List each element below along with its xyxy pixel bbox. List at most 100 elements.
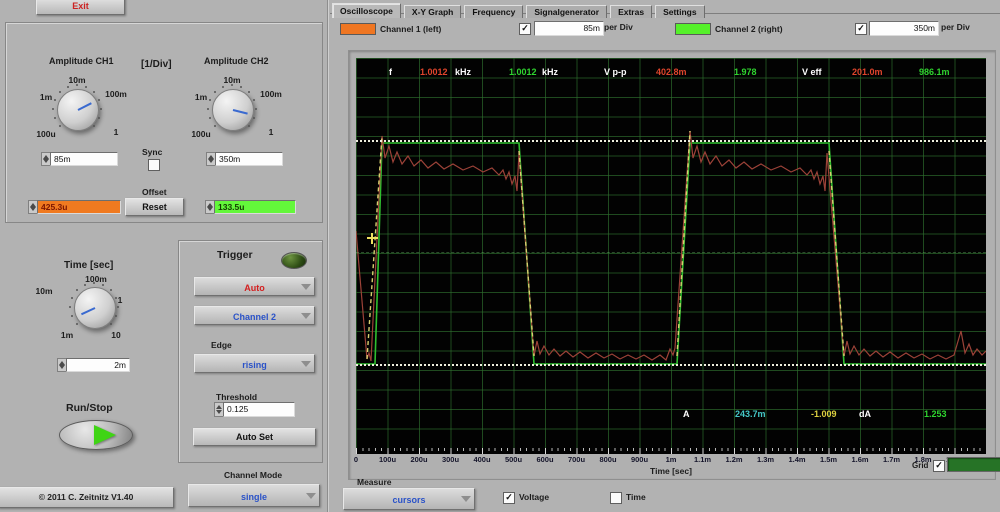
- dropdown-arrow-icon: [301, 313, 311, 319]
- voltage-label: Voltage: [519, 492, 549, 502]
- x-tick-label: 1.3m: [757, 455, 774, 464]
- knob-tick: [76, 289, 78, 291]
- time-value-field[interactable]: 2m: [66, 358, 130, 372]
- measure-label: Measure: [357, 477, 392, 487]
- measurement-value: V p-p: [604, 67, 627, 77]
- copyright-bar: © 2011 C. Zeitnitz V1.40: [0, 487, 174, 508]
- measurement-value: 986.1m: [919, 67, 950, 77]
- run-stop-button[interactable]: [59, 420, 133, 450]
- knob-tick: [98, 117, 100, 119]
- channel2-color-swatch: [675, 23, 711, 35]
- channel-mode-label: Channel Mode: [224, 470, 282, 480]
- x-tick-label: 700u: [568, 455, 585, 464]
- play-icon: [94, 425, 116, 445]
- offset-label: Offset: [142, 187, 167, 197]
- auto-set-button[interactable]: Auto Set: [193, 428, 316, 446]
- x-tick-label: 200u: [410, 455, 427, 464]
- per-div-unit-label: [1/Div]: [141, 59, 172, 70]
- knob-scale-label: 100m: [260, 89, 282, 99]
- trigger-source-value: Channel 2: [233, 312, 276, 322]
- scope-display[interactable]: f1.0012kHz1.0012kHzV p-p402.8m1.978V eff…: [356, 58, 986, 454]
- threshold-field[interactable]: 0.125: [223, 402, 295, 417]
- tab-settings[interactable]: Settings: [655, 5, 705, 18]
- panel-divider-highlight: [328, 0, 329, 512]
- knob-tick: [214, 125, 216, 127]
- knob-tick: [214, 91, 216, 93]
- exit-button[interactable]: Exit: [36, 0, 125, 15]
- channel1-trace: [356, 131, 986, 361]
- trigger-title: Trigger: [217, 249, 253, 261]
- grid-checkbox[interactable]: ✓: [933, 460, 945, 472]
- amplitude-ch2-value-field[interactable]: 350m: [215, 152, 283, 166]
- channel2-trace: [356, 143, 986, 364]
- knob-tick: [84, 284, 86, 286]
- knob-tick: [115, 315, 117, 317]
- measurement-value: dA: [859, 409, 871, 419]
- voltage-cursor-line[interactable]: [356, 364, 986, 366]
- amplitude-ch1-value-field[interactable]: 85m: [50, 152, 118, 166]
- grid-label: Grid: [912, 461, 928, 470]
- voltage-cursor-line[interactable]: [356, 140, 986, 142]
- knob-tick: [253, 117, 255, 119]
- measurement-value: A: [683, 409, 690, 419]
- channel-mode-dropdown[interactable]: single: [188, 484, 320, 507]
- x-axis-title: Time [sec]: [650, 466, 692, 476]
- knob-tick: [93, 91, 95, 93]
- x-tick-label: 300u: [442, 455, 459, 464]
- knob-scale-label: 1m: [61, 330, 73, 340]
- voltage-cursor-line[interactable]: [356, 252, 986, 253]
- sync-label: Sync: [142, 147, 162, 157]
- x-tick-label: 1m: [666, 455, 677, 464]
- knob-tick: [52, 108, 54, 110]
- measure-mode-dropdown[interactable]: cursors: [343, 488, 475, 510]
- knob-scale-label: 100u: [191, 129, 210, 139]
- x-tick-label: 1.7m: [883, 455, 900, 464]
- tab-signalgenerator[interactable]: Signalgenerator: [526, 5, 607, 18]
- tab-x-y-graph[interactable]: X-Y Graph: [404, 5, 461, 18]
- trigger-edge-dropdown[interactable]: rising: [194, 354, 315, 373]
- knob-tick: [248, 91, 250, 93]
- channel1-per-div-field[interactable]: 85m: [534, 21, 604, 36]
- edge-label: Edge: [211, 340, 232, 350]
- knob-needle: [233, 109, 248, 115]
- knob-tick: [209, 99, 211, 101]
- channel2-enable-checkbox[interactable]: ✓: [855, 23, 867, 35]
- trigger-mode-dropdown[interactable]: Auto: [194, 277, 315, 296]
- channel2-per-div-field[interactable]: 350m: [869, 21, 939, 36]
- knob-tick: [59, 125, 61, 127]
- voltage-checkbox[interactable]: ✓: [503, 492, 515, 504]
- knob-tick: [93, 125, 95, 127]
- knob-scale-label: 10m: [35, 286, 52, 296]
- measurement-value: 243.7m: [735, 409, 766, 419]
- sync-checkbox[interactable]: [148, 159, 160, 171]
- trigger-source-dropdown[interactable]: Channel 2: [194, 306, 315, 325]
- measurement-value: -1.009: [811, 409, 837, 419]
- measurement-value: 1.0012: [509, 67, 537, 77]
- amplitude-ch2-title: Amplitude CH2: [204, 56, 269, 66]
- amplitude-panel: Amplitude CH1 [1/Div] Amplitude CH2 100u…: [5, 22, 323, 223]
- offset-ch1-field[interactable]: 425.3u: [37, 200, 121, 214]
- trace-edge-highlight: [367, 136, 382, 359]
- knob-tick: [102, 284, 104, 286]
- knob-tick: [240, 86, 242, 88]
- knob-scale-label: 1: [114, 127, 119, 137]
- tab-frequency[interactable]: Frequency: [464, 5, 523, 18]
- measurement-value: 1.253: [924, 409, 947, 419]
- grid-color-box[interactable]: [947, 457, 1000, 472]
- offset-ch2-field[interactable]: 133.5u: [214, 200, 296, 214]
- offset-reset-button[interactable]: Reset: [125, 198, 184, 216]
- x-tick-label: 1.4m: [788, 455, 805, 464]
- channel1-enable-checkbox[interactable]: ✓: [519, 23, 531, 35]
- knob-tick: [69, 306, 71, 308]
- time-title: Time [sec]: [64, 260, 113, 271]
- measurement-value: 402.8m: [656, 67, 687, 77]
- knob-tick: [85, 86, 87, 88]
- scope-frame: f1.0012kHz1.0012kHzV p-p402.8m1.978V eff…: [348, 50, 996, 480]
- time-checkbox[interactable]: [610, 492, 622, 504]
- knob-tick: [100, 108, 102, 110]
- knob-tick: [209, 117, 211, 119]
- tab-extras[interactable]: Extras: [610, 5, 652, 18]
- knob-tick: [231, 84, 233, 86]
- tab-oscilloscope[interactable]: Oscilloscope: [332, 3, 401, 18]
- measurement-value: 1.0012: [420, 67, 448, 77]
